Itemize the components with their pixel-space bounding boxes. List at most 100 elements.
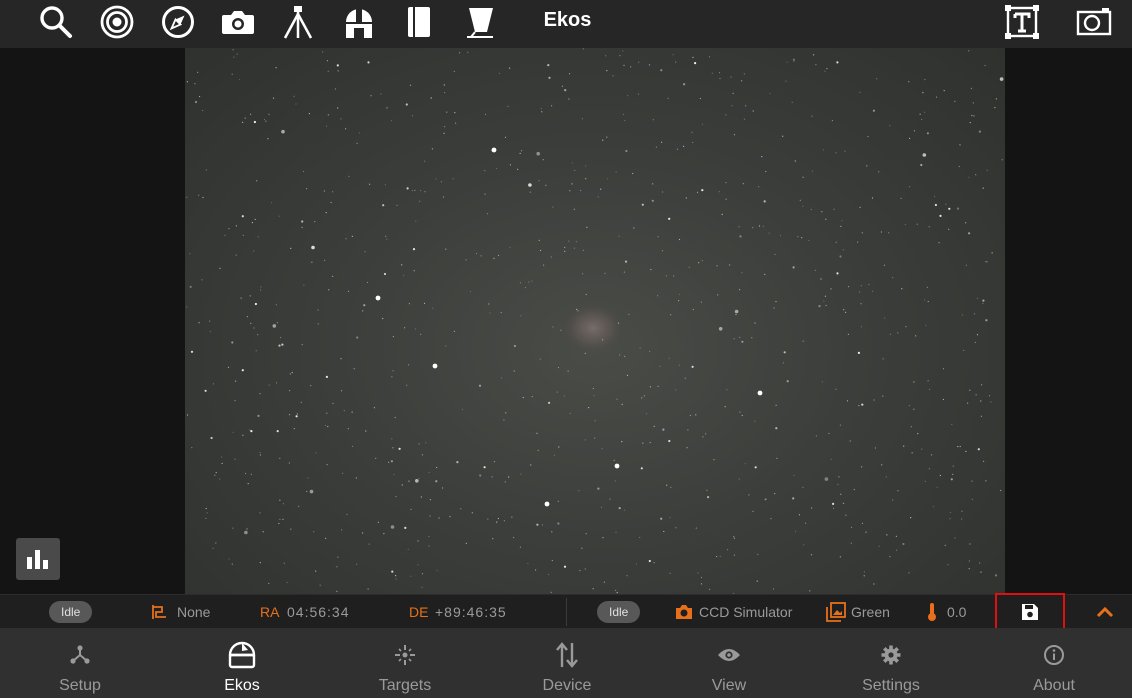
compass-icon[interactable] — [158, 4, 198, 40]
star — [624, 355, 626, 357]
star — [497, 517, 499, 520]
star — [811, 507, 813, 509]
star — [286, 581, 288, 584]
star — [669, 572, 671, 575]
bright-star — [375, 295, 381, 301]
star — [774, 253, 776, 256]
nav-item-view[interactable]: View — [669, 628, 789, 698]
star — [325, 375, 328, 378]
camera-icon[interactable] — [218, 4, 258, 40]
star — [845, 311, 847, 313]
star — [968, 50, 970, 52]
histogram-button[interactable] — [16, 538, 60, 580]
star — [569, 412, 571, 414]
star — [233, 56, 235, 58]
search-icon[interactable] — [36, 4, 76, 40]
observatory-icon[interactable] — [339, 4, 379, 40]
gear-icon — [831, 640, 951, 670]
star — [717, 294, 719, 296]
nav-item-ekos[interactable]: Ekos — [182, 628, 302, 698]
sky-image[interactable] — [185, 48, 1005, 594]
nav-item-device[interactable]: Device — [507, 628, 627, 698]
star — [513, 344, 516, 348]
star — [860, 285, 862, 287]
star — [584, 439, 586, 441]
star — [774, 493, 776, 495]
setup-nodes-icon — [20, 640, 140, 670]
status-bar: Idle None RA 04:56:34 DE +89:46:35 Idle … — [0, 593, 1132, 630]
tripod-icon[interactable] — [278, 4, 318, 40]
nav-item-targets[interactable]: Targets — [345, 628, 465, 698]
star — [551, 105, 553, 107]
star — [283, 562, 285, 564]
target-icon[interactable] — [97, 4, 137, 40]
star — [391, 438, 393, 440]
star — [981, 384, 983, 386]
star — [708, 56, 711, 58]
star — [205, 169, 207, 171]
star — [623, 271, 625, 273]
star — [924, 299, 926, 301]
star — [982, 299, 985, 302]
star — [407, 548, 409, 550]
star — [536, 432, 538, 434]
star — [769, 92, 771, 94]
mount-status-badge: Idle — [49, 601, 93, 623]
star — [500, 377, 502, 379]
flat-panel-icon[interactable] — [460, 4, 500, 40]
star — [865, 531, 867, 533]
star — [370, 95, 372, 97]
star — [415, 220, 417, 222]
star — [721, 213, 723, 215]
nav-item-setup[interactable]: Setup — [20, 628, 140, 698]
star — [845, 514, 847, 516]
star — [657, 385, 659, 387]
star — [319, 584, 321, 586]
star — [744, 463, 746, 465]
star — [390, 525, 395, 529]
star — [943, 90, 945, 92]
star — [873, 399, 875, 401]
star — [556, 391, 558, 393]
star — [522, 396, 524, 399]
info-icon — [994, 640, 1114, 670]
star — [454, 112, 456, 114]
star — [537, 449, 539, 451]
expand-panel-button[interactable] — [1092, 601, 1118, 623]
notebook-icon[interactable] — [399, 4, 439, 40]
save-button[interactable] — [995, 593, 1065, 630]
star — [392, 370, 394, 372]
star — [871, 197, 874, 199]
star — [593, 395, 595, 397]
star — [545, 184, 547, 186]
star — [653, 425, 655, 427]
star — [343, 410, 345, 412]
star — [602, 537, 604, 539]
star — [930, 454, 933, 456]
star — [892, 277, 894, 279]
star — [645, 413, 648, 415]
top-toolbar: Ekos — [0, 0, 1132, 48]
nav-item-settings[interactable]: Settings — [831, 628, 951, 698]
text-frame-icon[interactable] — [1002, 4, 1042, 40]
star — [968, 232, 971, 235]
star — [410, 508, 412, 510]
viewfinder-icon[interactable] — [1074, 4, 1114, 40]
star — [739, 289, 741, 291]
star — [691, 131, 693, 133]
star — [832, 502, 835, 505]
star — [582, 249, 585, 251]
star — [585, 533, 587, 535]
star — [281, 129, 285, 134]
nav-item-about[interactable]: About — [994, 628, 1114, 698]
image-viewer[interactable] — [0, 48, 1132, 594]
star — [926, 132, 930, 135]
star — [696, 191, 699, 193]
star — [469, 290, 472, 293]
star — [498, 72, 500, 74]
star — [391, 570, 394, 573]
star — [745, 105, 747, 107]
star — [692, 308, 694, 311]
star — [436, 466, 438, 469]
star — [700, 576, 703, 579]
